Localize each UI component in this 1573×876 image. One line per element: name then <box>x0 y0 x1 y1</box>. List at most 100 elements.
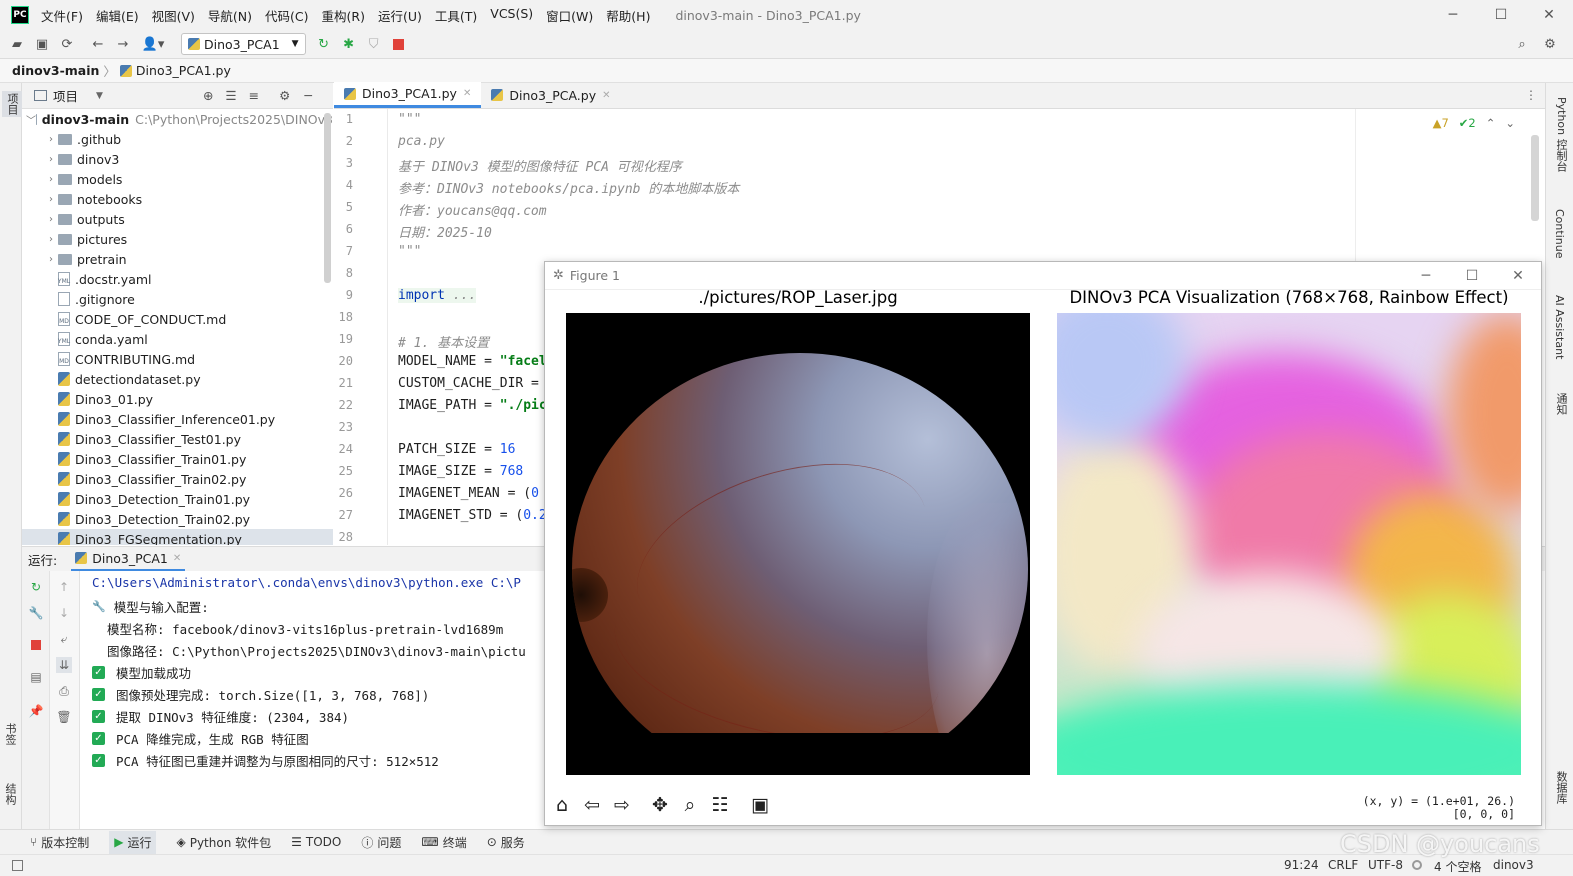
menu-item[interactable]: 编辑(E) <box>96 6 139 25</box>
tree-item[interactable]: › dinov3 <box>22 149 333 169</box>
tool-tab-terminal[interactable]: ⌨ 终端 <box>421 834 466 851</box>
tree-item[interactable]: › .github <box>22 129 333 149</box>
print-icon[interactable]: ⎙ <box>56 683 72 699</box>
chevron-down-icon[interactable]: ⌄ <box>1505 116 1515 130</box>
tool-tab-version-control[interactable]: ⑂ 版本控制 <box>30 834 89 851</box>
tab-dino3-pca[interactable]: Dino3_PCA.py ✕ <box>481 82 620 108</box>
configure-subplots-icon[interactable]: ☷ <box>709 794 731 816</box>
editor-scrollbar[interactable] <box>1531 135 1539 221</box>
tree-item[interactable]: › outputs <box>22 209 333 229</box>
search-icon[interactable]: ⌕ <box>1512 34 1532 54</box>
tree-item[interactable]: Dino3_Classifier_Inference01.py <box>22 409 333 429</box>
pan-icon[interactable]: ✥ <box>649 794 671 816</box>
tab-dino3-pca1[interactable]: Dino3_PCA1.py ✕ <box>334 82 482 108</box>
menu-item[interactable]: 工具(T) <box>435 6 477 25</box>
arrow-down-icon[interactable]: ↓ <box>56 605 72 621</box>
layout-icon[interactable]: ▤ <box>28 669 44 685</box>
menu-item[interactable]: 代码(C) <box>265 6 308 25</box>
zoom-icon[interactable]: ⌕ <box>679 794 701 816</box>
menu-item[interactable]: 帮助(H) <box>606 6 650 25</box>
tool-tab-todo[interactable]: ☰ TODO <box>291 835 341 849</box>
chevron-right-icon[interactable]: › <box>44 174 58 185</box>
python-console-tab[interactable]: Python 控制台 <box>1553 97 1569 172</box>
save-figure-icon[interactable]: ▣ <box>749 794 771 816</box>
tree-item[interactable]: detectiondataset.py <box>22 369 333 389</box>
line-separator[interactable]: CRLF <box>1328 858 1358 872</box>
layout-toggle-icon[interactable] <box>12 860 23 871</box>
maximize-icon[interactable]: ☐ <box>1477 0 1525 30</box>
tree-item[interactable]: Dino3_Classifier_Test01.py <box>22 429 333 449</box>
wrench-icon[interactable]: 🔧 <box>28 605 44 621</box>
continue-tab[interactable]: Continue <box>1553 209 1566 258</box>
open-folder-icon[interactable]: ▰ <box>7 34 27 54</box>
tree-item[interactable]: Dino3_Classifier_Train01.py <box>22 449 333 469</box>
ai-assistant-tab[interactable]: AI Assistant <box>1553 295 1566 359</box>
run-tab[interactable]: Dino3_PCA1 ✕ <box>71 548 186 571</box>
expand-all-icon[interactable]: ☰ <box>225 88 236 103</box>
tree-item[interactable]: .gitignore <box>22 289 333 309</box>
tree-item[interactable]: YML .docstr.yaml <box>22 269 333 289</box>
chevron-up-icon[interactable]: ⌃ <box>1486 116 1496 130</box>
forward-icon[interactable]: → <box>113 34 133 54</box>
maximize-icon[interactable]: ☐ <box>1449 262 1495 290</box>
coverage-icon[interactable]: ⛉ <box>364 34 384 54</box>
chevron-right-icon[interactable]: › <box>44 154 58 165</box>
rerun-icon[interactable]: ↻ <box>314 34 334 54</box>
save-icon[interactable]: ▣ <box>32 34 52 54</box>
sync-icon[interactable]: ⟳ <box>57 34 77 54</box>
locate-icon[interactable]: ⊕ <box>203 88 213 103</box>
structure-tool-tab[interactable]: 结构 <box>2 783 18 805</box>
chevron-down-icon[interactable]: ▼ <box>96 91 103 101</box>
stop-icon[interactable] <box>28 637 44 653</box>
chevron-down-icon[interactable]: ﹀ <box>26 112 36 127</box>
user-menu-icon[interactable]: 👤▾ <box>138 34 168 54</box>
minimize-icon[interactable]: ─ <box>1429 0 1477 30</box>
tree-item[interactable]: MD CODE_OF_CONDUCT.md <box>22 309 333 329</box>
inspection-icon[interactable] <box>1412 860 1422 870</box>
menu-item[interactable]: 运行(U) <box>378 6 422 25</box>
arrow-up-icon[interactable]: ↑ <box>56 579 72 595</box>
tree-item[interactable]: Dino3_Detection_Train01.py <box>22 489 333 509</box>
menu-item[interactable]: 视图(V) <box>152 6 195 25</box>
close-tab-icon[interactable]: ✕ <box>173 553 181 564</box>
soft-wrap-icon[interactable]: ⤶ <box>56 631 72 647</box>
project-panel-title[interactable]: 项目 <box>53 86 78 105</box>
run-config-selector[interactable]: Dino3_PCA1 ▼ <box>181 33 306 55</box>
bookmarks-tool-tab[interactable]: 书签 <box>2 723 18 745</box>
close-tab-icon[interactable]: ✕ <box>602 90 610 101</box>
menu-item[interactable]: 重构(R) <box>322 6 365 25</box>
tree-item[interactable]: › pretrain <box>22 249 333 269</box>
tree-item[interactable]: Dino3_01.py <box>22 389 333 409</box>
tool-tab-services[interactable]: ⊙ 服务 <box>487 834 525 851</box>
debug-icon[interactable]: ✱ <box>339 34 359 54</box>
back-arrow-icon[interactable]: ⇦ <box>581 794 603 816</box>
rerun-icon[interactable]: ↻ <box>28 579 44 595</box>
tree-item[interactable]: Dino3_Classifier_Train02.py <box>22 469 333 489</box>
hide-icon[interactable]: ─ <box>304 88 312 103</box>
minimize-icon[interactable]: ─ <box>1403 262 1449 290</box>
file-encoding[interactable]: UTF-8 <box>1368 858 1403 872</box>
chevron-right-icon[interactable]: › <box>44 254 58 265</box>
tree-root[interactable]: ﹀ dinov3-main C:\Python\Projects2025\DIN… <box>22 109 333 129</box>
menu-item[interactable]: 窗口(W) <box>546 6 593 25</box>
breadcrumb-project[interactable]: dinov3-main <box>12 63 99 78</box>
tool-tab-run[interactable]: ▶ 运行 <box>109 830 157 854</box>
tree-item[interactable]: Dino3_FGSegmentation.py <box>22 529 333 545</box>
close-tab-icon[interactable]: ✕ <box>463 88 471 99</box>
warning-count[interactable]: ▲7 <box>1433 116 1449 130</box>
close-icon[interactable]: ✕ <box>1495 262 1541 290</box>
trash-icon[interactable]: 🗑 <box>56 709 72 725</box>
tool-tab-python-packages[interactable]: ◈ Python 软件包 <box>176 834 271 851</box>
chevron-right-icon[interactable]: › <box>44 194 58 205</box>
forward-arrow-icon[interactable]: ⇨ <box>611 794 633 816</box>
scroll-to-end-icon[interactable]: ⇊ <box>56 657 72 673</box>
breadcrumb-file[interactable]: Dino3_PCA1.py <box>136 63 231 78</box>
database-tab[interactable]: 数据库 <box>1553 771 1569 804</box>
indent-setting[interactable]: 4 个空格 <box>1434 858 1481 875</box>
menu-item[interactable]: 导航(N) <box>208 6 252 25</box>
tree-item[interactable]: YML conda.yaml <box>22 329 333 349</box>
menu-item[interactable]: VCS(S) <box>490 6 533 25</box>
tree-scrollbar[interactable] <box>324 113 331 283</box>
notifications-tab[interactable]: 通知 <box>1553 393 1569 415</box>
check-count[interactable]: ✔2 <box>1459 116 1476 130</box>
